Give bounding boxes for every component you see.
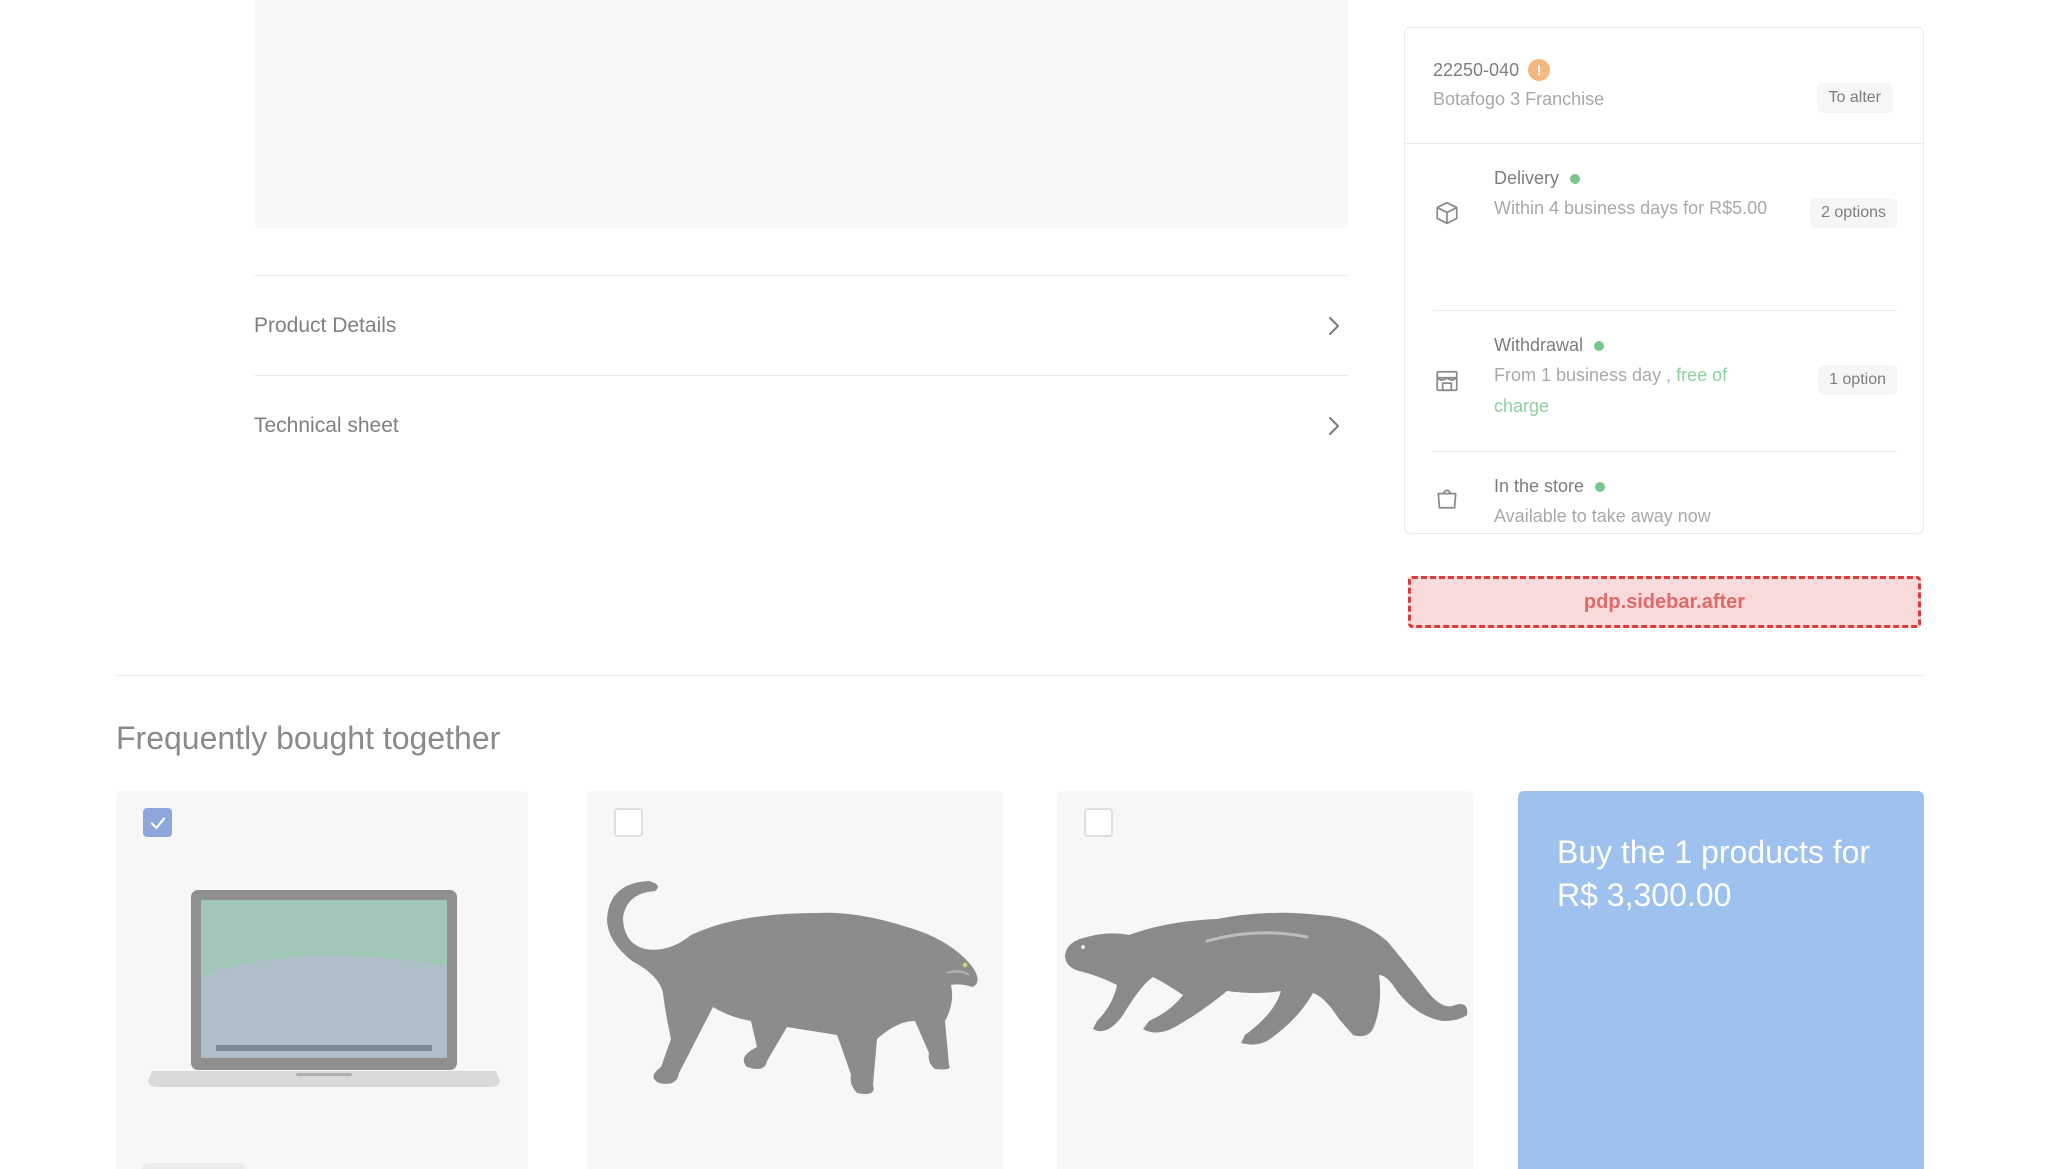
panther-statue-image[interactable]	[587, 871, 1003, 1111]
product-select-checkbox[interactable]	[1084, 808, 1113, 837]
change-location-button[interactable]: To alter	[1816, 83, 1893, 113]
available-status-dot	[1595, 481, 1606, 492]
store-header: 22250-040 ! Botafogo 3 Franchise To alte…	[1405, 28, 1923, 144]
accordion-title: Product Details	[254, 313, 397, 337]
in-store-description: Available to take away now	[1494, 506, 1711, 526]
delivery-option[interactable]: Delivery Within 4 business days for R$5.…	[1433, 144, 1897, 311]
store-name: Botafogo 3 Franchise	[1433, 89, 1605, 109]
chevron-right-icon	[1322, 414, 1346, 438]
shopping-bag-icon	[1433, 484, 1461, 512]
box-icon	[1433, 199, 1461, 227]
withdrawal-option[interactable]: Withdrawal From 1 business day , free of…	[1433, 311, 1897, 452]
postal-code-row: 22250-040 !	[1433, 59, 1551, 81]
buy-together-label: Buy the 1 products for R$ 3,300.00	[1557, 834, 1871, 913]
in-store-option[interactable]: In the store Available to take away now	[1433, 452, 1897, 535]
extension-point-placeholder: pdp.sidebar.after	[1408, 576, 1921, 628]
withdrawal-description-text: From 1 business day ,	[1494, 365, 1672, 385]
shipping-options-panel: 22250-040 ! Botafogo 3 Franchise To alte…	[1404, 27, 1924, 534]
buy-together-button[interactable]: Buy the 1 products for R$ 3,300.00	[1518, 791, 1924, 1169]
product-card[interactable]	[116, 791, 528, 1169]
in-store-title-row: In the store	[1494, 476, 1606, 497]
price-placeholder	[141, 1163, 245, 1169]
accordion-product-details[interactable]: Product Details	[254, 275, 1348, 375]
withdrawal-title: Withdrawal	[1494, 335, 1584, 355]
postal-code: 22250-040	[1433, 59, 1520, 80]
withdrawal-options-badge[interactable]: 1 option	[1818, 365, 1897, 395]
section-title: Frequently bought together	[116, 720, 501, 756]
laptop-image[interactable]	[116, 871, 528, 1111]
accordion-technical-sheet[interactable]: Technical sheet	[254, 375, 1348, 475]
delivery-options-badge[interactable]: 2 options	[1810, 198, 1897, 228]
checkmark-icon	[150, 816, 165, 829]
product-card[interactable]	[1057, 791, 1473, 1169]
chevron-right-icon	[1322, 314, 1346, 338]
withdrawal-description: From 1 business day , free of charge	[1494, 360, 1784, 422]
panther-figurine-image[interactable]	[1057, 871, 1473, 1111]
delivery-title-row: Delivery	[1494, 168, 1581, 189]
product-select-checkbox[interactable]	[143, 808, 172, 837]
storefront-icon	[1433, 367, 1461, 395]
product-card[interactable]	[587, 791, 1003, 1169]
available-status-dot	[1570, 173, 1581, 184]
section-divider	[116, 675, 1924, 676]
in-store-title: In the store	[1494, 476, 1585, 496]
product-select-checkbox[interactable]	[614, 808, 643, 837]
warning-icon: !	[1528, 59, 1551, 81]
delivery-title: Delivery	[1494, 168, 1560, 188]
product-image-gallery	[254, 0, 1348, 228]
withdrawal-title-row: Withdrawal	[1494, 335, 1605, 356]
delivery-description: Within 4 business days for R$5.00	[1494, 198, 1768, 218]
available-status-dot	[1594, 340, 1605, 351]
accordion-title: Technical sheet	[254, 413, 399, 437]
